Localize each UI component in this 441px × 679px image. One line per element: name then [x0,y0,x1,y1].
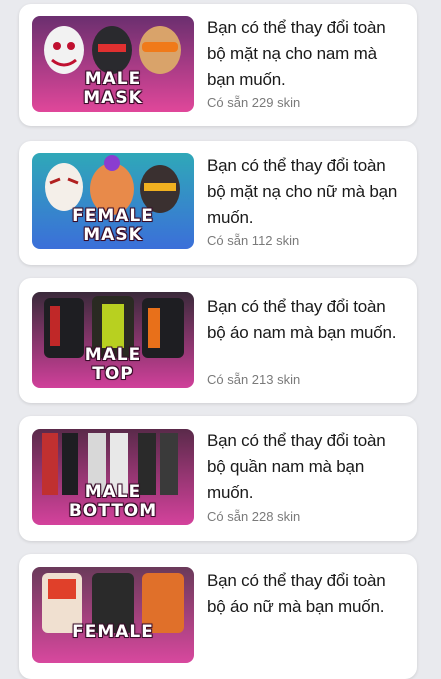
female-top-thumbnail: FEMALE [32,567,194,663]
category-card-female-mask[interactable]: FEMALE MASK Bạn có thể thay đổi toàn bộ … [19,141,417,265]
category-card-male-bottom[interactable]: MALE BOTTOM Bạn có thể thay đổi toàn bộ … [19,416,417,541]
category-card-male-mask[interactable]: MALE MASK Bạn có thể thay đổi toàn bộ mặ… [19,4,417,126]
male-top-description: Bạn có thể thay đổi toàn bộ áo nam mà bạ… [207,297,397,342]
female-top-description: Bạn có thể thay đổi toàn bộ áo nữ mà bạn… [207,571,386,616]
male-top-label: MALE TOP [84,345,142,384]
male-mask-thumbnail: MALE MASK [32,16,194,112]
female-top-label: FEMALE [72,622,154,642]
male-bottom-count: Có sẵn 228 skin [207,509,301,524]
male-top-thumbnail: MALE TOP [32,292,194,388]
male-mask-description: Bạn có thể thay đổi toàn bộ mặt nạ cho n… [207,18,386,89]
female-mask-thumbnail: FEMALE MASK [32,153,194,249]
male-bottom-thumbnail: MALE BOTTOM [32,429,194,525]
male-bottom-label: MALE BOTTOM [68,482,158,521]
male-top-count: Có sẵn 213 skin [207,372,301,387]
female-mask-label: FEMALE MASK [72,206,154,245]
female-mask-count: Có sẵn 112 skin [207,233,300,248]
category-card-male-top[interactable]: MALE TOP Bạn có thể thay đổi toàn bộ áo … [19,278,417,403]
female-mask-description: Bạn có thể thay đổi toàn bộ mặt nạ cho n… [207,156,398,227]
male-bottom-description: Bạn có thể thay đổi toàn bộ quần nam mà … [207,431,386,502]
male-mask-label: MALE MASK [83,69,143,108]
male-mask-count: Có sẵn 229 skin [207,95,301,110]
skin-category-list: MALE MASK Bạn có thể thay đổi toàn bộ mặ… [0,0,441,679]
category-card-female-top[interactable]: FEMALE Bạn có thể thay đổi toàn bộ áo nữ… [19,554,417,679]
